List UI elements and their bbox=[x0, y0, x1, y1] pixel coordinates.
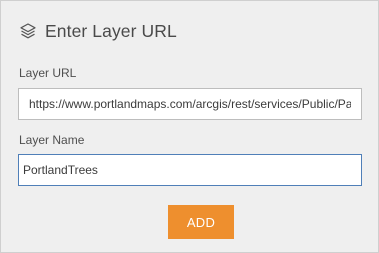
layers-icon bbox=[19, 22, 37, 40]
dialog-title: Enter Layer URL bbox=[45, 20, 177, 41]
add-button[interactable]: ADD bbox=[168, 205, 234, 239]
layer-url-input[interactable] bbox=[18, 88, 362, 120]
add-layer-url-panel: Enter Layer URL Layer URL Layer Name ADD bbox=[0, 0, 379, 253]
panel-header: Enter Layer URL bbox=[19, 19, 177, 43]
layer-name-input[interactable] bbox=[18, 154, 362, 186]
layer-name-label: Layer Name bbox=[19, 133, 85, 147]
layer-url-label: Layer URL bbox=[19, 66, 77, 80]
